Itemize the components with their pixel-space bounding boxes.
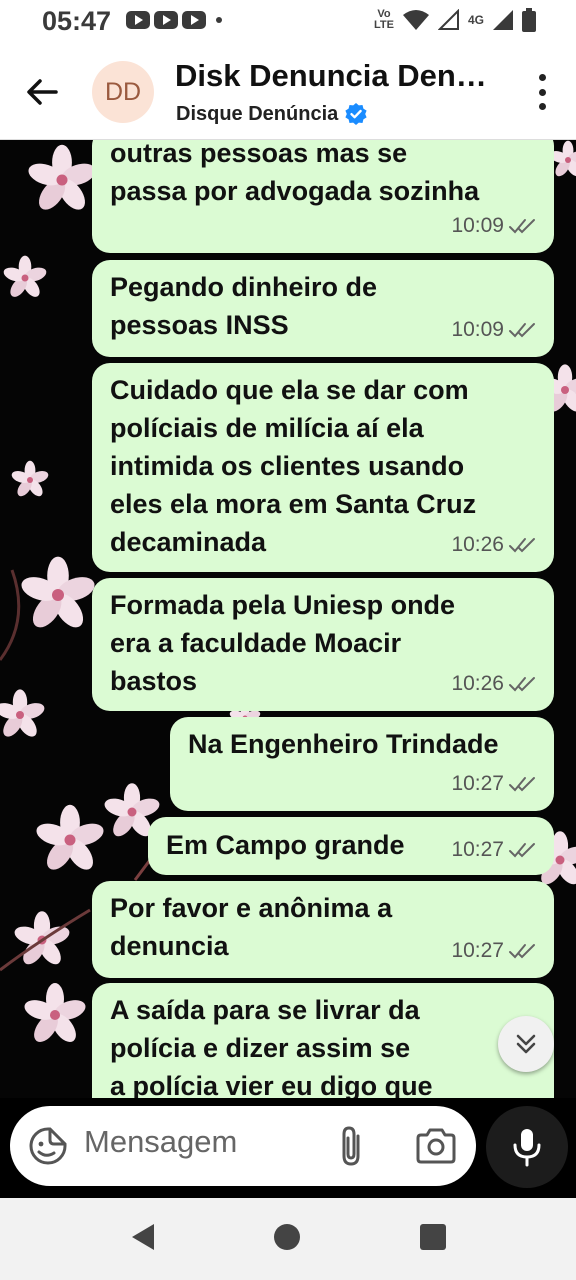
double-check-icon [509,323,535,338]
message-text: Na Engenheiro Trindade [188,729,499,759]
more-notifications-dot [216,17,222,23]
camera-button[interactable] [414,1126,458,1166]
chat-header: DD Disk Denuncia Den… Disque Denúncia [0,44,576,140]
paperclip-icon [342,1126,360,1166]
message-bubble[interactable]: Na Engenheiro Trindade 10:27 [170,717,554,811]
network-type: 4G [467,13,484,27]
message-time: 10:09 [451,318,504,341]
message-time: 10:09 [451,214,504,237]
double-check-icon [509,677,535,692]
double-check-icon [509,538,535,553]
youtube-notification-icon [126,11,150,29]
youtube-notification-icon [182,11,206,29]
signal-icon [493,10,513,30]
double-check-icon [509,777,535,792]
status-time: 05:47 [42,6,112,36]
message-meta: 10:26 [451,665,538,703]
camera-icon [416,1128,456,1164]
scroll-to-bottom-button[interactable] [498,1016,554,1072]
voice-message-button[interactable] [486,1106,568,1188]
message-time: 10:27 [451,772,504,795]
chat-title[interactable]: Disk Denuncia Den… [175,58,500,94]
message-bubble[interactable]: Cuidado que ela se dar com políciais de … [92,363,554,572]
message-bubble[interactable]: Por favor e anônima a denuncia 10:27 [92,881,554,978]
nav-back-icon[interactable] [128,1222,158,1252]
message-input[interactable]: Mensagem [10,1106,476,1186]
double-chevron-down-icon [516,1034,536,1054]
sticker-button[interactable] [28,1126,68,1166]
double-check-icon [509,843,535,858]
message-composer: Mensagem [0,1098,576,1198]
message-placeholder: Mensagem [84,1124,238,1159]
message-meta: 10:27 [451,932,538,970]
system-icons: Vo LTE 4G [374,8,536,32]
battery-icon [522,8,536,32]
volte-indicator: Vo LTE [374,8,394,31]
message-text: A saída para se livrar da polícia e dize… [110,995,433,1098]
message-time: 10:26 [451,672,504,695]
back-button[interactable] [22,72,62,112]
message-time: 10:27 [451,838,504,861]
arrow-left-icon [27,79,58,105]
message-meta: 10:09 [451,207,538,245]
double-check-icon [509,944,535,959]
message-meta: 10:26 [451,526,538,564]
status-bar: 05:47 Vo LTE 4G [0,0,576,44]
attach-button[interactable] [336,1124,366,1168]
message-bubble[interactable]: Pegando dinheiro de pessoas INSS 10:09 [92,260,554,357]
system-navigation-bar [0,1198,576,1280]
more-options-button[interactable] [534,74,550,110]
mic-icon [513,1129,541,1167]
verified-badge-icon [345,103,367,125]
message-meta: 10:09 [451,311,538,349]
business-name: Disque Denúncia [176,102,339,125]
message-bubble[interactable]: A saída para se livrar da polícia e dize… [92,983,554,1098]
signal-outline-icon [437,9,459,30]
chat-subtitle[interactable]: Disque Denúncia [176,102,368,126]
nav-recents-button[interactable] [420,1224,446,1250]
message-text: outras pessoas mas se passa por advogada… [110,140,480,206]
message-meta: 10:27 [451,765,538,803]
message-meta: 10:27 [451,831,538,869]
nav-home-button[interactable] [274,1224,300,1250]
youtube-notification-icon [154,11,178,29]
wifi-icon [402,10,429,30]
contact-avatar[interactable]: DD [92,61,154,123]
sticker-icon [29,1127,67,1165]
message-time: 10:27 [451,939,504,962]
message-list[interactable]: outras pessoas mas se passa por advogada… [0,140,576,1098]
notification-icons [126,11,222,29]
message-bubble[interactable]: outras pessoas mas se passa por advogada… [92,140,554,253]
message-bubble[interactable]: Formada pela Uniesp onde era a faculdade… [92,578,554,711]
message-time: 10:26 [451,533,504,556]
more-vert-icon [538,74,546,81]
double-check-icon [509,219,535,234]
message-bubble[interactable]: Em Campo grande 10:27 [148,817,554,875]
